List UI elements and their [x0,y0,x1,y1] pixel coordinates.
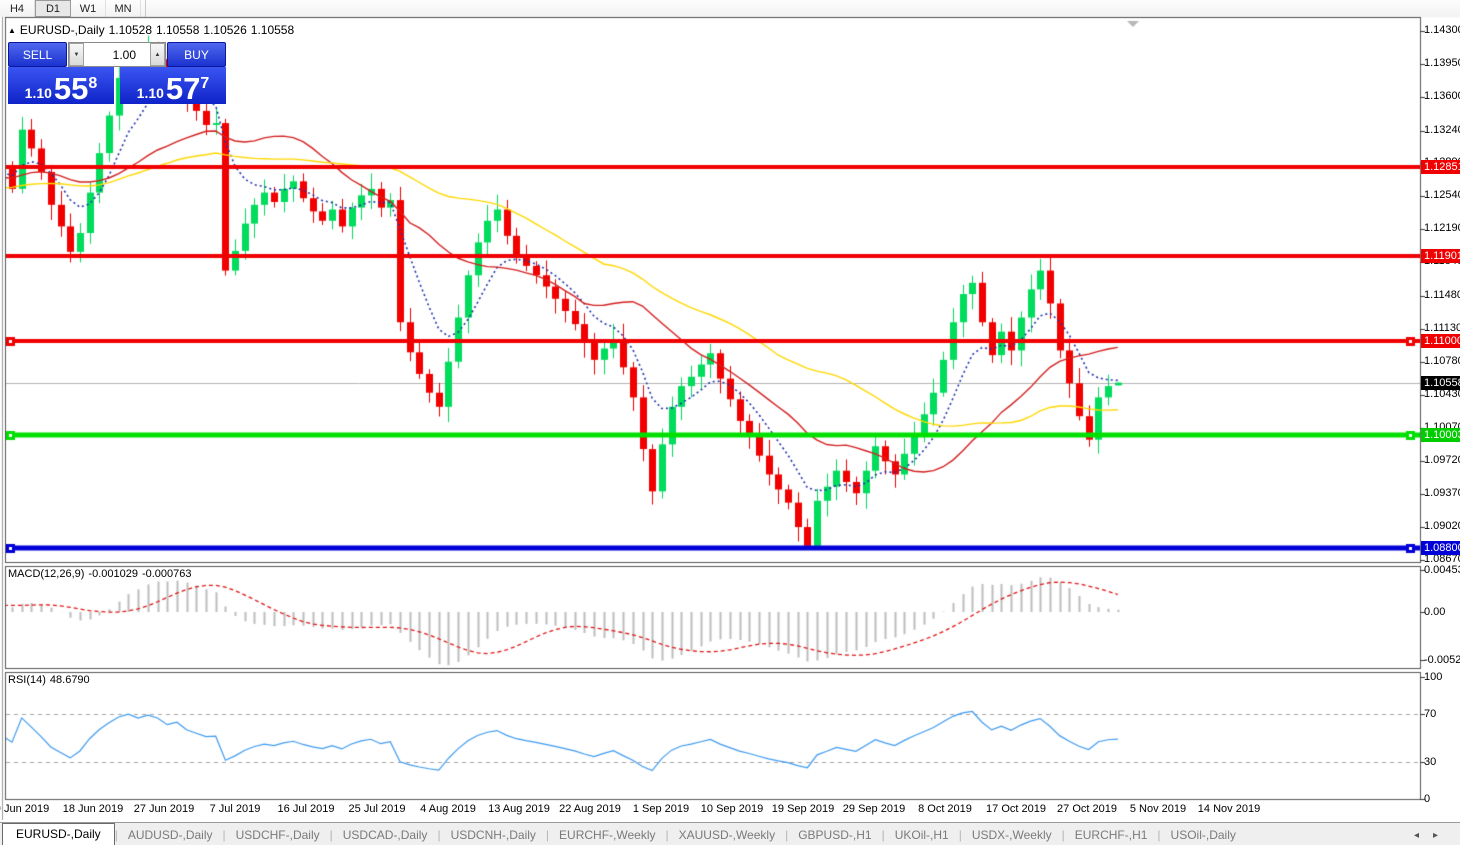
collapse-triangle-icon[interactable]: ▲ [8,26,16,35]
date-axis-label: 1 Sep 2019 [633,803,689,815]
chart-title: ▲ EURUSD-,Daily 1.10528 1.10558 1.10526 1.105… [8,23,298,37]
date-axis-label: 4 Aug 2019 [420,803,476,815]
macd-axis-label: 0.004536 [1424,564,1460,576]
date-axis-label: 19 Sep 2019 [772,803,834,815]
bar-open: 1.10528 [109,23,152,37]
rsi-label: RSI(14) 48.6790 [8,674,94,686]
sell-price-base: 1.10 [25,83,52,103]
date-axis-label: 22 Aug 2019 [559,803,621,815]
volume-input[interactable] [84,43,150,66]
volume-decrease-button[interactable]: ▼ [69,43,84,66]
tab-gbpusd-h1[interactable]: GBPUSD-,H1 [788,825,881,845]
date-axis-label: 5 Nov 2019 [1130,803,1186,815]
price-axis-label: 1.09720 [1424,454,1460,466]
tab-scroll-arrows[interactable]: ◂▸ [1414,830,1452,841]
price-axis-label: 1.11130 [1424,322,1460,334]
price-axis-label: 1.11480 [1424,289,1460,301]
tab-ukoil-h1[interactable]: UKOil-,H1 [885,825,959,845]
price-level-label: 1.10558 [1421,376,1460,390]
buy-price-base: 1.10 [137,83,164,103]
price-axis-label: 1.09370 [1424,487,1460,499]
date-axis-label: 27 Jun 2019 [134,803,195,815]
price-level-label: 1.10003 [1421,428,1460,442]
macd-axis-label: 0.00 [1424,606,1445,618]
bar-low: 1.10526 [203,23,246,37]
date-axis-label: 17 Oct 2019 [986,803,1046,815]
price-level-label: 1.11901 [1421,249,1460,263]
macd-label: MACD(12,26,9) -0.001029 -0.000763 [8,568,196,580]
date-axis-label: 25 Jul 2019 [349,803,406,815]
date-axis-label: 18 Jun 2019 [63,803,124,815]
chart-symbol: EURUSD-,Daily [20,23,105,37]
buy-button[interactable]: BUY [167,42,226,67]
buy-price-big: 57 [166,74,200,103]
date-axis-label: 14 Nov 2019 [1198,803,1260,815]
date-axis-label: 7 Jul 2019 [210,803,261,815]
tab-eurchf-h1[interactable]: EURCHF-,H1 [1065,825,1158,845]
macd-name: MACD(12,26,9) [8,568,84,580]
sell-price-sup: 8 [88,67,97,101]
tab-xauusd-weekly[interactable]: XAUUSD-,Weekly [669,825,785,845]
rsi-axis-label: 100 [1424,671,1442,683]
date-axis-label: 10 Sep 2019 [701,803,763,815]
sell-button[interactable]: SELL [8,42,67,67]
price-axis-label: 1.08670 [1424,553,1460,565]
buy-price-display[interactable]: 1.10 57 7 [120,67,226,104]
bar-high: 1.10558 [156,23,199,37]
tab-audusd-daily[interactable]: AUDUSD-,Daily [118,825,223,845]
chart-canvas[interactable] [0,0,1460,845]
date-axis-label: 16 Jul 2019 [278,803,335,815]
tab-usdx-weekly[interactable]: USDX-,Weekly [962,825,1062,845]
mt4-window: H4D1W1MN ▲EURUSD-,Daily1.105281.105581.1… [0,0,1460,845]
sell-price-big: 55 [54,74,88,103]
price-level-label: 1.08800 [1421,541,1460,555]
one-click-trade-panel: SELL ▼ ▲ BUY 1.10 55 8 1.10 57 7 [8,42,226,104]
rsi-value: 48.6790 [50,674,90,686]
date-axis-label: 29 Sep 2019 [843,803,905,815]
price-axis-label: 1.09020 [1424,520,1460,532]
rsi-axis-label: 0 [1424,793,1430,805]
rsi-name: RSI(14) [8,674,46,686]
tab-usdcnh-daily[interactable]: USDCNH-,Daily [441,825,546,845]
price-axis-label: 1.10780 [1424,355,1460,367]
sell-price-display[interactable]: 1.10 55 8 [8,67,114,104]
price-axis-label: 1.14300 [1424,24,1460,36]
chart-tab-bar: EURUSD-,Daily|AUDUSD-,Daily|USDCHF-,Dail… [0,822,1460,845]
tab-eurusd-daily[interactable]: EURUSD-,Daily [2,823,115,845]
tab-eurchf-weekly[interactable]: EURCHF-,Weekly [549,825,665,845]
price-axis-label: 1.13600 [1424,90,1460,102]
price-axis-label: 1.13240 [1424,124,1460,136]
tab-usoil-daily[interactable]: USOil-,Daily [1161,825,1246,845]
macd-main-value: -0.001029 [88,568,138,580]
date-axis-label: 13 Aug 2019 [488,803,550,815]
price-axis-label: 1.13950 [1424,57,1460,69]
tab-usdcad-daily[interactable]: USDCAD-,Daily [333,825,438,845]
date-axis-label: 9 Jun 2019 [0,803,49,815]
rsi-axis-label: 30 [1424,756,1436,768]
rsi-axis-label: 70 [1424,708,1436,720]
macd-signal-value: -0.000763 [142,568,192,580]
price-axis-label: 1.12540 [1424,189,1460,201]
price-level-label: 1.11000 [1421,334,1460,348]
date-axis-label: 8 Oct 2019 [918,803,972,815]
volume-spinner: ▼ ▲ [68,42,166,67]
bar-close: 1.10558 [251,23,294,37]
tab-usdchf-daily[interactable]: USDCHF-,Daily [226,825,330,845]
price-level-label: 1.12851 [1421,160,1460,174]
date-axis-label: 27 Oct 2019 [1057,803,1117,815]
buy-price-sup: 7 [200,67,209,101]
price-axis-label: 1.12190 [1424,222,1460,234]
volume-increase-button[interactable]: ▲ [150,43,165,66]
macd-axis-label: -0.005205 [1424,654,1460,666]
